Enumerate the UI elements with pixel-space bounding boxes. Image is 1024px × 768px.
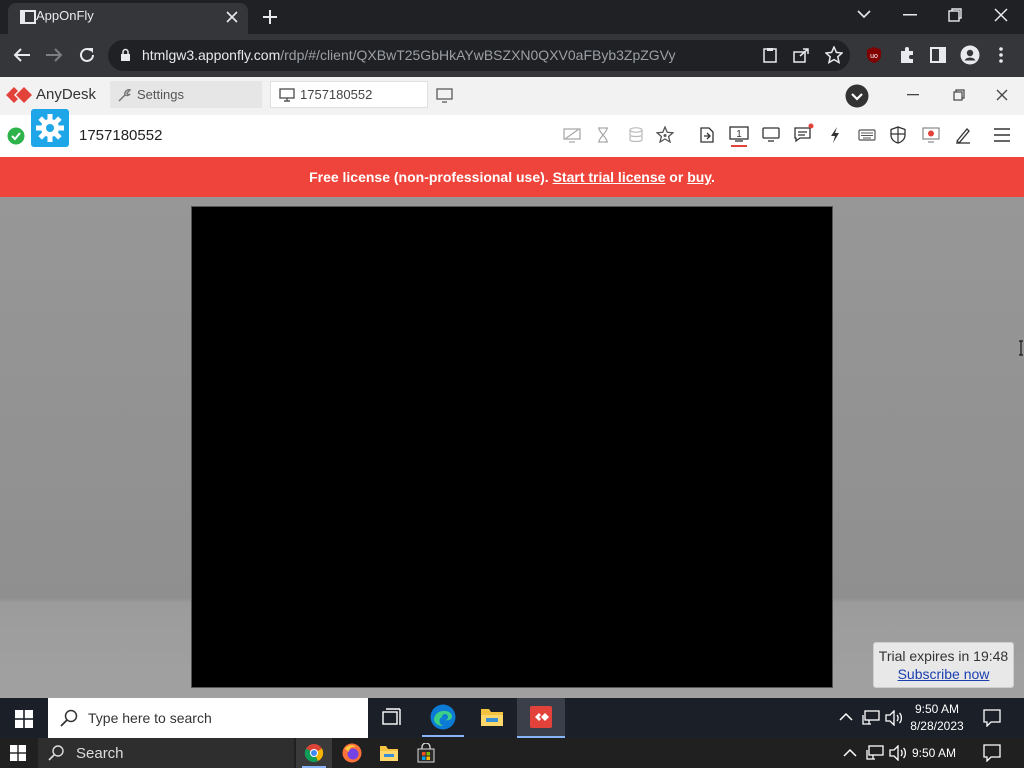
remote-search-placeholder: Type here to search: [88, 710, 212, 726]
profile-avatar-icon[interactable]: [960, 45, 980, 65]
remote-search-icon: [60, 709, 78, 727]
anydesk-logo-icon: [6, 86, 32, 104]
buy-link[interactable]: buy: [687, 169, 711, 185]
local-tray-chevron-up-icon[interactable]: [843, 748, 857, 758]
tab-settings[interactable]: [110, 81, 262, 108]
edge-browser-icon[interactable]: [430, 704, 456, 730]
remote-address-label: 1757180552: [79, 127, 163, 144]
local-firefox-icon[interactable]: [342, 743, 362, 763]
tab-close-icon[interactable]: [225, 10, 239, 24]
keyboard-icon[interactable]: [858, 129, 876, 141]
license-banner-or: or: [665, 169, 688, 185]
anydesk-close-icon[interactable]: [996, 89, 1008, 101]
task-view-icon[interactable]: [382, 708, 402, 726]
monitor-display-icon[interactable]: [762, 127, 780, 143]
license-banner: Free license (non-professional use). Sta…: [0, 157, 1024, 197]
chrome-menu-icon[interactable]: [998, 46, 1004, 64]
page-favicon-icon: [20, 10, 36, 24]
remote-clock-time[interactable]: 9:50 AM: [900, 702, 974, 716]
new-session-icon[interactable]: [436, 88, 453, 103]
extensions-puzzle-icon[interactable]: [898, 46, 916, 64]
tab-search-chevron-icon[interactable]: [857, 9, 871, 19]
window-close-icon[interactable]: [994, 8, 1008, 22]
local-search-icon: [48, 745, 64, 761]
start-trial-link[interactable]: Start trial license: [553, 169, 666, 185]
anydesk-brand-label: AnyDesk: [36, 86, 97, 103]
text-cursor-icon: [1019, 340, 1024, 356]
svg-text:1: 1: [736, 129, 742, 140]
license-banner-end: .: [711, 169, 715, 185]
remote-clock-date[interactable]: 8/28/2023: [900, 719, 974, 733]
forward-arrow-icon[interactable]: [45, 47, 63, 63]
local-store-icon[interactable]: [417, 743, 435, 763]
remote-notifications-icon[interactable]: [983, 709, 1001, 727]
database-icon[interactable]: [629, 127, 643, 143]
actions-lightning-icon[interactable]: [829, 126, 841, 144]
bookmark-star-icon[interactable]: [825, 46, 843, 64]
svg-text:uo: uo: [870, 53, 878, 60]
monitor-icon: [279, 88, 295, 102]
download-menu-icon[interactable]: [845, 84, 869, 108]
display-one-icon[interactable]: 1: [729, 126, 749, 148]
clipboard-icon[interactable]: [762, 47, 778, 63]
tab-session-label: 1757180552: [300, 87, 373, 102]
remote-screen-black[interactable]: [191, 206, 833, 688]
back-arrow-icon[interactable]: [13, 47, 31, 63]
local-notifications-icon[interactable]: [983, 744, 1001, 762]
favorite-star-icon[interactable]: [656, 126, 674, 143]
anydesk-restore-icon[interactable]: [953, 89, 965, 101]
remote-windows-start-icon[interactable]: [15, 710, 33, 728]
trial-expiry-text: Trial expires in 19:48: [878, 648, 1009, 664]
ublock-extension-icon[interactable]: uo: [865, 46, 883, 64]
hourglass-icon[interactable]: [597, 127, 609, 143]
window-restore-icon[interactable]: [948, 8, 962, 22]
local-windows-start-icon[interactable]: [10, 745, 26, 761]
tab-settings-label: Settings: [137, 87, 184, 102]
local-clock-time[interactable]: 9:50 AM: [912, 746, 956, 760]
screen-off-icon[interactable]: [563, 128, 581, 143]
remote-file-explorer-icon[interactable]: [480, 706, 504, 728]
connected-status-icon: [7, 127, 25, 145]
remote-tray-chevron-up-icon[interactable]: [839, 712, 853, 722]
chat-icon[interactable]: [794, 123, 814, 143]
license-banner-text: Free license (non-professional use).: [309, 169, 553, 185]
trial-notice: Trial expires in 19:48 Subscribe now: [873, 642, 1014, 688]
file-transfer-icon[interactable]: [700, 127, 714, 143]
local-search-label: Search: [76, 745, 124, 762]
remote-network-icon[interactable]: [862, 710, 880, 726]
share-icon[interactable]: [793, 47, 810, 63]
local-file-explorer-icon[interactable]: [379, 744, 399, 762]
local-volume-icon[interactable]: [889, 745, 907, 761]
wrench-icon: [116, 87, 132, 103]
url-text[interactable]: htmlgw3.apponfly.com/rdp/#/client/QXBwT2…: [142, 47, 676, 63]
remote-settings-gear-icon[interactable]: [31, 109, 69, 147]
browser-tab-title: AppOnFly: [36, 8, 94, 23]
whiteboard-pen-icon[interactable]: [955, 126, 971, 144]
anydesk-minimize-icon[interactable]: [907, 94, 919, 96]
new-tab-icon[interactable]: [262, 9, 278, 25]
window-minimize-icon[interactable]: [903, 14, 917, 16]
anydesk-taskbar-button[interactable]: [517, 698, 565, 738]
record-session-icon[interactable]: [922, 127, 940, 143]
reload-icon[interactable]: [78, 46, 96, 64]
local-chrome-taskbar-button[interactable]: [296, 738, 332, 768]
lock-icon[interactable]: [120, 48, 131, 62]
subscribe-now-link[interactable]: Subscribe now: [874, 666, 1013, 682]
hamburger-menu-icon[interactable]: [993, 127, 1011, 143]
local-network-icon[interactable]: [866, 745, 884, 761]
permissions-shield-icon[interactable]: [890, 126, 906, 144]
side-panel-icon[interactable]: [930, 47, 946, 63]
